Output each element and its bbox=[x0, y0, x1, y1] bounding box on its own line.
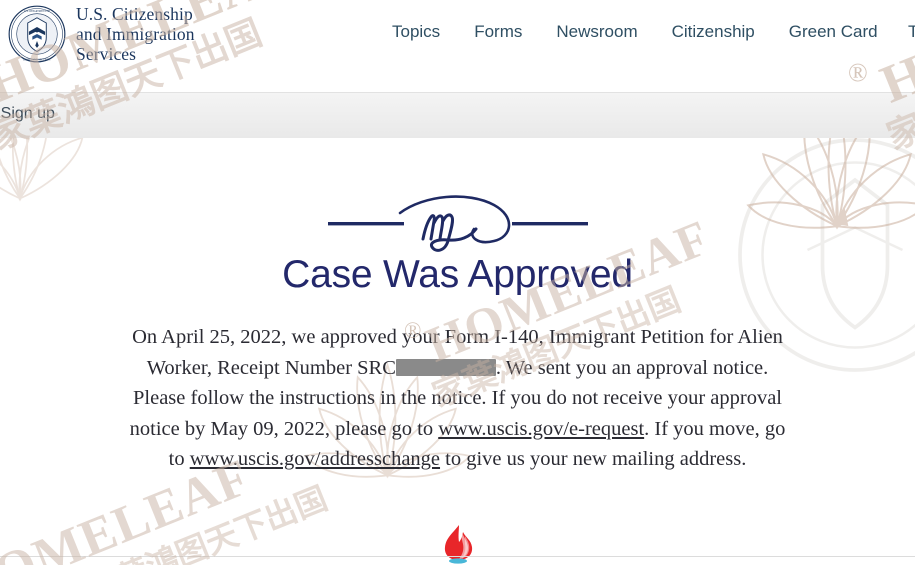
nav-item-green-card[interactable]: Green Card bbox=[789, 22, 878, 42]
red-flame-icon bbox=[444, 525, 472, 564]
my-uscis-script-logo bbox=[327, 195, 588, 252]
approval-message: On April 25, 2022, we approved your Form… bbox=[122, 322, 794, 475]
page-title: Case Was Approved bbox=[282, 253, 633, 296]
site-header: U.S. DEPARTMENT OF HOMELAND SECURITY U.S… bbox=[0, 0, 915, 92]
nav-item-newsroom[interactable]: Newsroom bbox=[556, 22, 637, 42]
sign-up-link[interactable]: or Sign up bbox=[0, 105, 55, 123]
message-part-4: to give us your new mailing address. bbox=[440, 448, 747, 470]
uscis-case-status-page: U.S. DEPARTMENT OF HOMELAND SECURITY U.S… bbox=[0, 0, 915, 565]
redacted-receipt-number bbox=[395, 358, 496, 376]
agency-name: U.S. Citizenship and Immigration Service… bbox=[76, 4, 195, 64]
svg-text:U.S. DEPARTMENT OF: U.S. DEPARTMENT OF bbox=[24, 10, 50, 13]
nav-item-citizenship[interactable]: Citizenship bbox=[672, 22, 755, 42]
svg-text:HOMELAND SECURITY: HOMELAND SECURITY bbox=[23, 59, 51, 62]
agency-name-line-1: U.S. Citizenship bbox=[76, 4, 193, 24]
nav-item-topics[interactable]: Topics bbox=[392, 22, 440, 42]
address-change-link[interactable]: www.uscis.gov/addresschange bbox=[190, 448, 440, 470]
e-request-link[interactable]: www.uscis.gov/e-request bbox=[438, 418, 644, 440]
footer-divider bbox=[0, 556, 915, 557]
agency-name-line-3: Services bbox=[76, 44, 137, 64]
dhs-seal-icon: U.S. DEPARTMENT OF HOMELAND SECURITY bbox=[8, 5, 66, 63]
nav-item-forms[interactable]: Forms bbox=[474, 22, 522, 42]
utility-bar: or Sign up bbox=[0, 92, 915, 138]
uscis-brand-lockup[interactable]: U.S. DEPARTMENT OF HOMELAND SECURITY U.S… bbox=[8, 4, 195, 64]
nav-item-clipped[interactable]: T bbox=[908, 22, 915, 42]
main-content: Case Was Approved On April 25, 2022, we … bbox=[0, 138, 915, 565]
main-navigation: Topics Forms Newsroom Citizenship Green … bbox=[392, 22, 878, 42]
agency-name-line-2: and Immigration bbox=[76, 24, 195, 44]
